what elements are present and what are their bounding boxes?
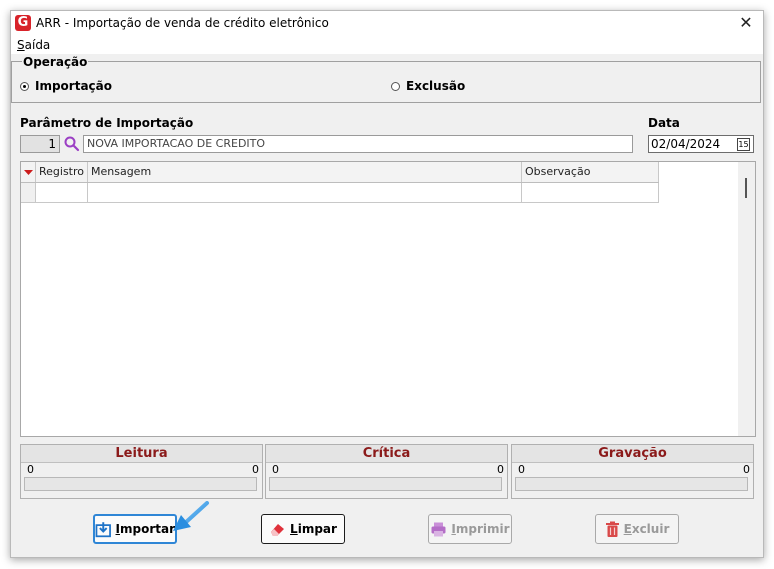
date-value: 02/04/2024 — [651, 137, 721, 151]
sort-arrow-icon[interactable] — [21, 162, 36, 182]
results-grid[interactable]: Registro Mensagem Observação — [20, 161, 756, 437]
panel-leitura-progress — [24, 477, 257, 491]
grid-header: Registro Mensagem Observação — [21, 162, 659, 183]
window-title: ARR - Importação de venda de crédito ele… — [36, 16, 329, 30]
column-header-registro[interactable]: Registro — [36, 162, 88, 182]
radio-import[interactable]: Importação — [20, 79, 112, 93]
radio-delete[interactable]: Exclusão — [391, 79, 465, 93]
operation-group — [11, 61, 761, 103]
radio-import-label: Importação — [35, 79, 113, 93]
print-button[interactable]: Imprimir — [428, 514, 512, 544]
panel-gravacao-start: 0 — [518, 463, 525, 476]
panel-critica-title: Crítica — [266, 445, 507, 463]
scrollbar-thumb[interactable] — [745, 178, 747, 198]
menu-bar: Saída — [11, 37, 763, 54]
row-indicator — [21, 183, 36, 202]
eraser-icon — [271, 523, 285, 536]
print-button-label: Imprimir — [451, 522, 510, 536]
search-icon[interactable] — [63, 135, 81, 153]
radio-delete-label: Exclusão — [406, 79, 466, 93]
panel-critica-end: 0 — [497, 463, 504, 476]
panel-critica: Crítica 0 0 — [265, 444, 508, 499]
panel-leitura-start: 0 — [27, 463, 34, 476]
column-header-mensagem[interactable]: Mensagem — [88, 162, 522, 182]
radio-delete-dot[interactable] — [391, 81, 400, 91]
panel-leitura-end: 0 — [252, 463, 259, 476]
delete-button[interactable]: Excluir — [595, 514, 679, 544]
panel-leitura-title: Leitura — [21, 445, 262, 463]
import-param-code: 1 — [20, 135, 60, 153]
panel-gravacao-progress — [515, 477, 748, 491]
menu-exit[interactable]: Saída — [17, 38, 50, 52]
import-button[interactable]: Importar — [93, 514, 177, 544]
grid-scrollbar[interactable] — [738, 162, 755, 436]
panel-critica-start: 0 — [272, 463, 279, 476]
cell-mensagem[interactable] — [88, 183, 522, 202]
panel-leitura: Leitura 0 0 — [20, 444, 263, 499]
column-header-observacao[interactable]: Observação — [522, 162, 659, 182]
trash-icon — [605, 521, 619, 537]
printer-icon — [431, 522, 446, 536]
panel-gravacao-end: 0 — [743, 463, 750, 476]
import-param-label: Parâmetro de Importação — [20, 116, 194, 130]
cell-observacao[interactable] — [522, 183, 659, 202]
main-window: G ARR - Importação de venda de crédito e… — [10, 10, 764, 558]
date-label: Data — [648, 116, 680, 130]
import-icon — [95, 521, 111, 537]
title-bar: G ARR - Importação de venda de crédito e… — [11, 11, 763, 37]
date-field[interactable]: 02/04/2024 15 — [648, 135, 754, 153]
clear-button-label: Limpar — [290, 522, 337, 536]
import-button-label: Importar — [115, 522, 175, 536]
cell-registro[interactable] — [36, 183, 88, 202]
calendar-icon[interactable]: 15 — [737, 138, 750, 151]
import-param-description[interactable]: NOVA IMPORTACAO DE CREDITO — [83, 135, 633, 153]
delete-button-label: Excluir — [623, 522, 670, 536]
panel-gravacao: Gravação 0 0 — [511, 444, 754, 499]
clear-button[interactable]: Limpar — [261, 514, 345, 544]
operation-group-title: Operação — [22, 55, 89, 69]
table-row[interactable] — [21, 183, 659, 203]
close-icon[interactable]: ✕ — [735, 13, 757, 33]
pointer-arrow-icon — [173, 501, 209, 531]
panel-gravacao-title: Gravação — [512, 445, 753, 463]
panel-critica-progress — [269, 477, 502, 491]
radio-import-dot[interactable] — [20, 81, 29, 91]
app-logo-icon: G — [15, 15, 31, 31]
